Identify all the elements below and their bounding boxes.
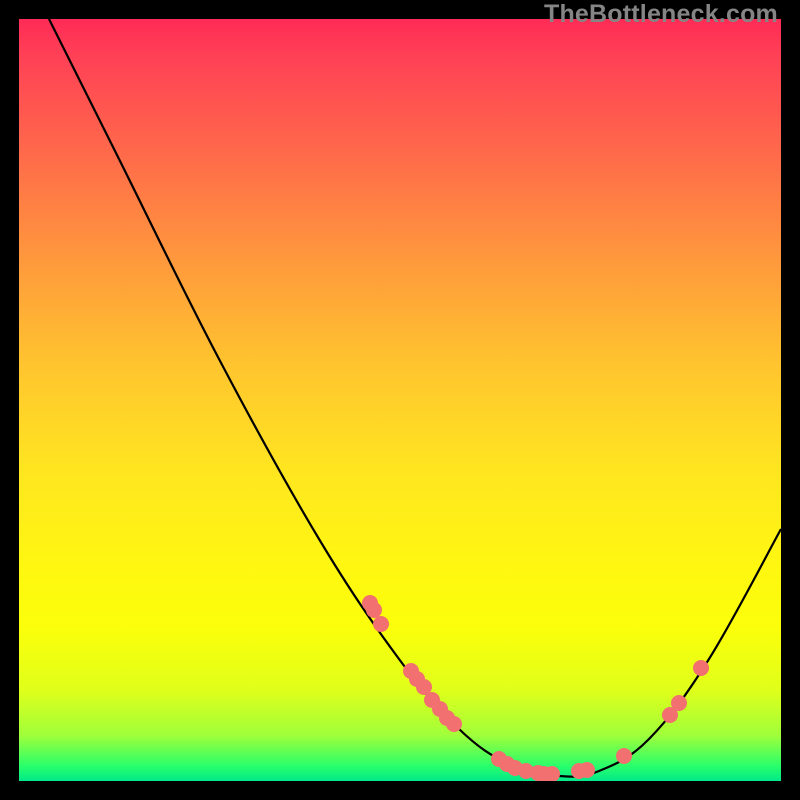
data-marker [579, 762, 595, 778]
bottleneck-curve [49, 19, 781, 777]
data-marker [373, 616, 389, 632]
data-marker [671, 695, 687, 711]
data-marker [366, 602, 382, 618]
watermark-text: TheBottleneck.com [544, 0, 778, 29]
data-marker [693, 660, 709, 676]
data-markers [362, 595, 709, 781]
data-marker [616, 748, 632, 764]
data-marker [446, 716, 462, 732]
chart-svg [19, 19, 781, 781]
